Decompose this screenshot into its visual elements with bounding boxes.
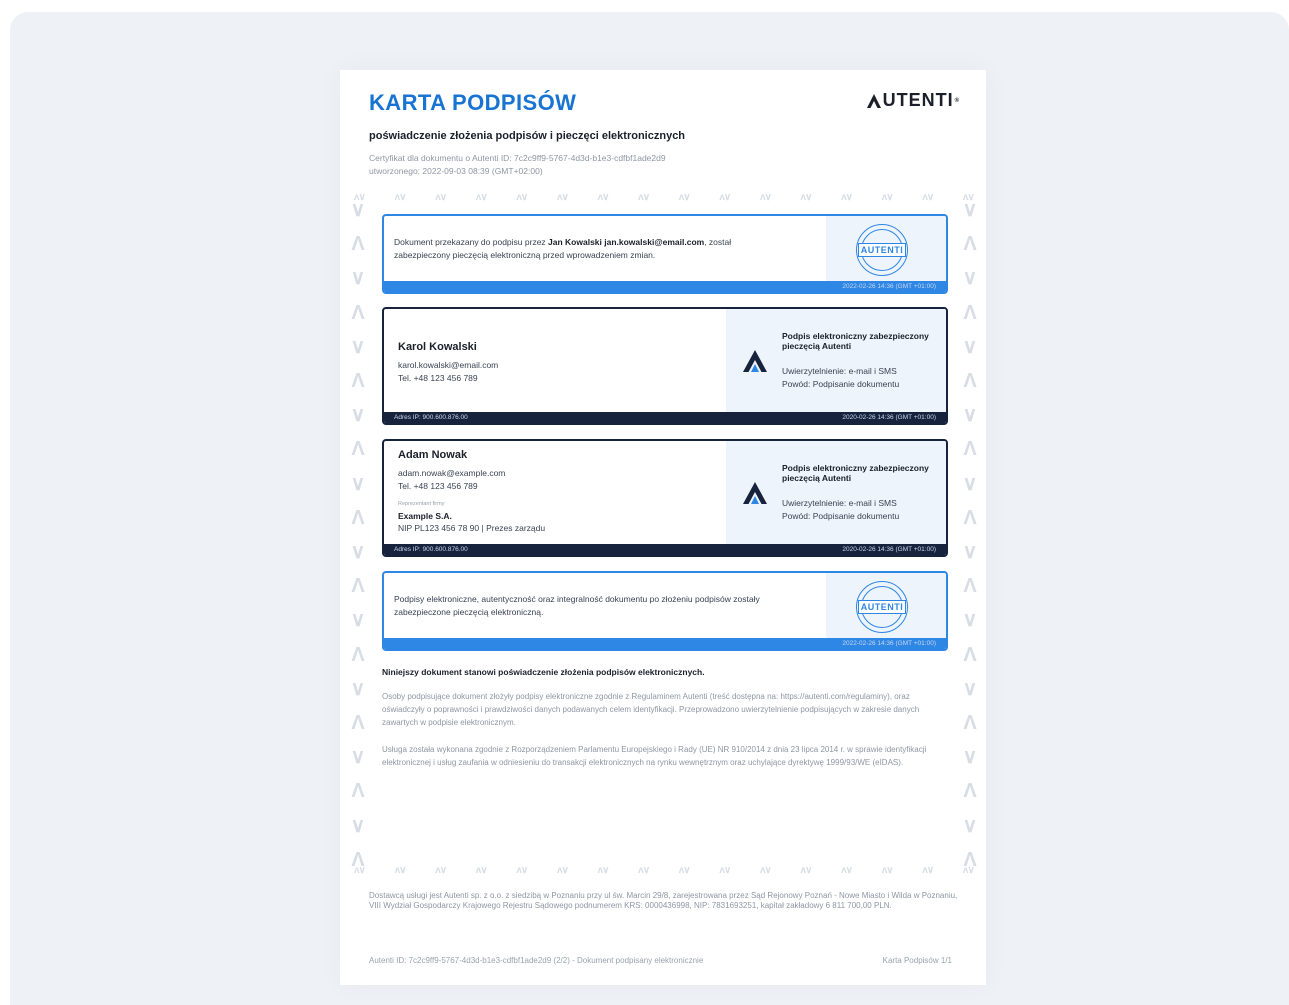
signature-meta: Uwierzytelnienie: e-mail i SMS Powód: Po… <box>782 365 932 391</box>
signature-auth: Uwierzytelnienie: e-mail i SMS <box>782 366 897 376</box>
statement-paragraph-1: Osoby podpisujące dokument złożyły podpi… <box>382 692 920 727</box>
company-details: NIP PL123 456 78 90 | Prezes zarządu <box>398 523 546 533</box>
signer-phone: Tel. +48 123 456 789 <box>398 373 478 383</box>
statement-paragraph-2: Usługa została wykonana zgodnie z Rozpor… <box>382 745 927 767</box>
signer-email: adam.nowak@example.com <box>398 468 506 478</box>
sender-identity: Jan Kowalski jan.kowalski@email.com <box>548 237 705 247</box>
seal-footer: 2022-02-26 14:36 (GMT +01:00) <box>384 281 946 292</box>
signature-type: Podpis elektroniczny zabezpieczony piecz… <box>782 331 929 351</box>
signer-card: Adam Nowak adam.nowak@example.com Tel. +… <box>382 439 948 557</box>
signer-phone: Tel. +48 123 456 789 <box>398 481 478 491</box>
certificate-info: Certyfikat dla dokumentu o Autenti ID: 7… <box>369 152 869 178</box>
seal-timestamp: 2022-02-26 14:36 (GMT +01:00) <box>842 640 936 647</box>
company-name: Example S.A. <box>398 511 452 521</box>
signer-details: Adam Nowak adam.nowak@example.com Tel. +… <box>398 449 545 535</box>
signature-card-page: KARTA PODPISÓW UTENTI ® poświadczenie zł… <box>340 70 986 985</box>
signer-name: Adam Nowak <box>398 449 468 461</box>
signer-ip: Adres IP: 900.600.876.00 <box>394 414 468 421</box>
seal-box-final: Podpisy elektroniczne, autentyczność ora… <box>382 571 948 651</box>
viewer-background: KARTA PODPISÓW UTENTI ® poświadczenie zł… <box>10 12 1289 1005</box>
seal-message: Podpisy elektroniczne, autentyczność ora… <box>394 594 760 617</box>
signature-reason: Powód: Podpisanie dokumentu <box>782 379 900 389</box>
security-pattern-right: ∨ Λ ∨ Λ ∨ Λ ∨ Λ ∨ Λ ∨ Λ ∨ Λ ∨ Λ ∨ Λ ∨ Λ <box>962 199 978 871</box>
autenti-a-icon <box>866 93 881 108</box>
signature-reason: Powód: Podpisanie dokumentu <box>782 511 900 521</box>
page-subtitle: poświadczenie złożenia podpisów i pieczę… <box>369 130 686 142</box>
signer-name: Karol Kowalski <box>398 341 477 353</box>
signer-email: karol.kowalski@email.com <box>398 360 499 370</box>
signer-timestamp: 2020-02-26 14:36 (GMT +01:00) <box>842 546 936 553</box>
representing-label: Reprezentant firmy <box>398 501 445 507</box>
statement-title: Niniejszy dokument stanowi poświadczenie… <box>382 667 705 677</box>
signature-type: Podpis elektroniczny zabezpieczony piecz… <box>782 463 929 483</box>
signer-card: Karol Kowalski karol.kowalski@email.com … <box>382 307 948 425</box>
autenti-stamp-icon: AUTENTI <box>856 224 908 276</box>
seal-box-initial: Dokument przekazany do podpisu przez Jan… <box>382 214 948 294</box>
signer-footer: Adres IP: 900.600.876.00 2020-02-26 14:3… <box>384 412 946 423</box>
signature-info-panel: Podpis elektroniczny zabezpieczony piecz… <box>726 441 946 544</box>
logo-registered: ® <box>954 97 960 104</box>
legal-notice: Dostawcą usługi jest Autenti sp. z o.o. … <box>369 891 958 910</box>
signer-timestamp: 2020-02-26 14:36 (GMT +01:00) <box>842 414 936 421</box>
page-title: KARTA PODPISÓW <box>369 90 577 115</box>
security-pattern-bottom: ᴧ∨ ᴧ∨ ᴧ∨ ᴧ∨ ᴧ∨ ᴧ∨ ᴧ∨ ᴧ∨ ᴧ∨ ᴧ∨ ᴧ∨ ᴧ∨ ᴧ∨ ᴧ∨ ᴧ∨ ᴧ∨ <box>354 864 975 876</box>
page-footer-id: Autenti ID: 7c2c9ff9-5767-4d3d-b1e3-cdfb… <box>369 956 704 965</box>
security-pattern-top: ᴧ∨ ᴧ∨ ᴧ∨ ᴧ∨ ᴧ∨ ᴧ∨ ᴧ∨ ᴧ∨ ᴧ∨ ᴧ∨ ᴧ∨ ᴧ∨ ᴧ∨ ᴧ∨ ᴧ∨ ᴧ∨ <box>354 191 975 203</box>
logo-text: UTENTI <box>882 90 954 110</box>
signer-details: Karol Kowalski karol.kowalski@email.com … <box>398 341 498 385</box>
autenti-mark-icon <box>743 350 767 372</box>
autenti-logo: UTENTI ® <box>866 90 960 111</box>
signature-meta: Uwierzytelnienie: e-mail i SMS Powód: Po… <box>782 497 932 523</box>
signature-auth: Uwierzytelnienie: e-mail i SMS <box>782 498 897 508</box>
certificate-id: Certyfikat dla dokumentu o Autenti ID: 7… <box>369 153 666 163</box>
signature-info-panel: Podpis elektroniczny zabezpieczony piecz… <box>726 309 946 412</box>
certificate-created: utworzonego: 2022-09-03 08:39 (GMT+02:00… <box>369 166 543 176</box>
seal-timestamp: 2022-02-26 14:36 (GMT +01:00) <box>842 283 936 290</box>
seal-footer: 2022-02-26 14:36 (GMT +01:00) <box>384 638 946 649</box>
seal-message: Dokument przekazany do podpisu przez Jan… <box>394 237 732 260</box>
autenti-mark-icon <box>743 482 767 504</box>
page-footer-counter: Karta Podpisów 1/1 <box>882 956 952 965</box>
signer-ip: Adres IP: 900.600.876.00 <box>394 546 468 553</box>
signer-footer: Adres IP: 900.600.876.00 2020-02-26 14:3… <box>384 544 946 555</box>
autenti-stamp-icon: AUTENTI <box>856 581 908 633</box>
security-pattern-left: ∨ Λ ∨ Λ ∨ Λ ∨ Λ ∨ Λ ∨ Λ ∨ Λ ∨ Λ ∨ Λ ∨ Λ <box>350 199 366 871</box>
